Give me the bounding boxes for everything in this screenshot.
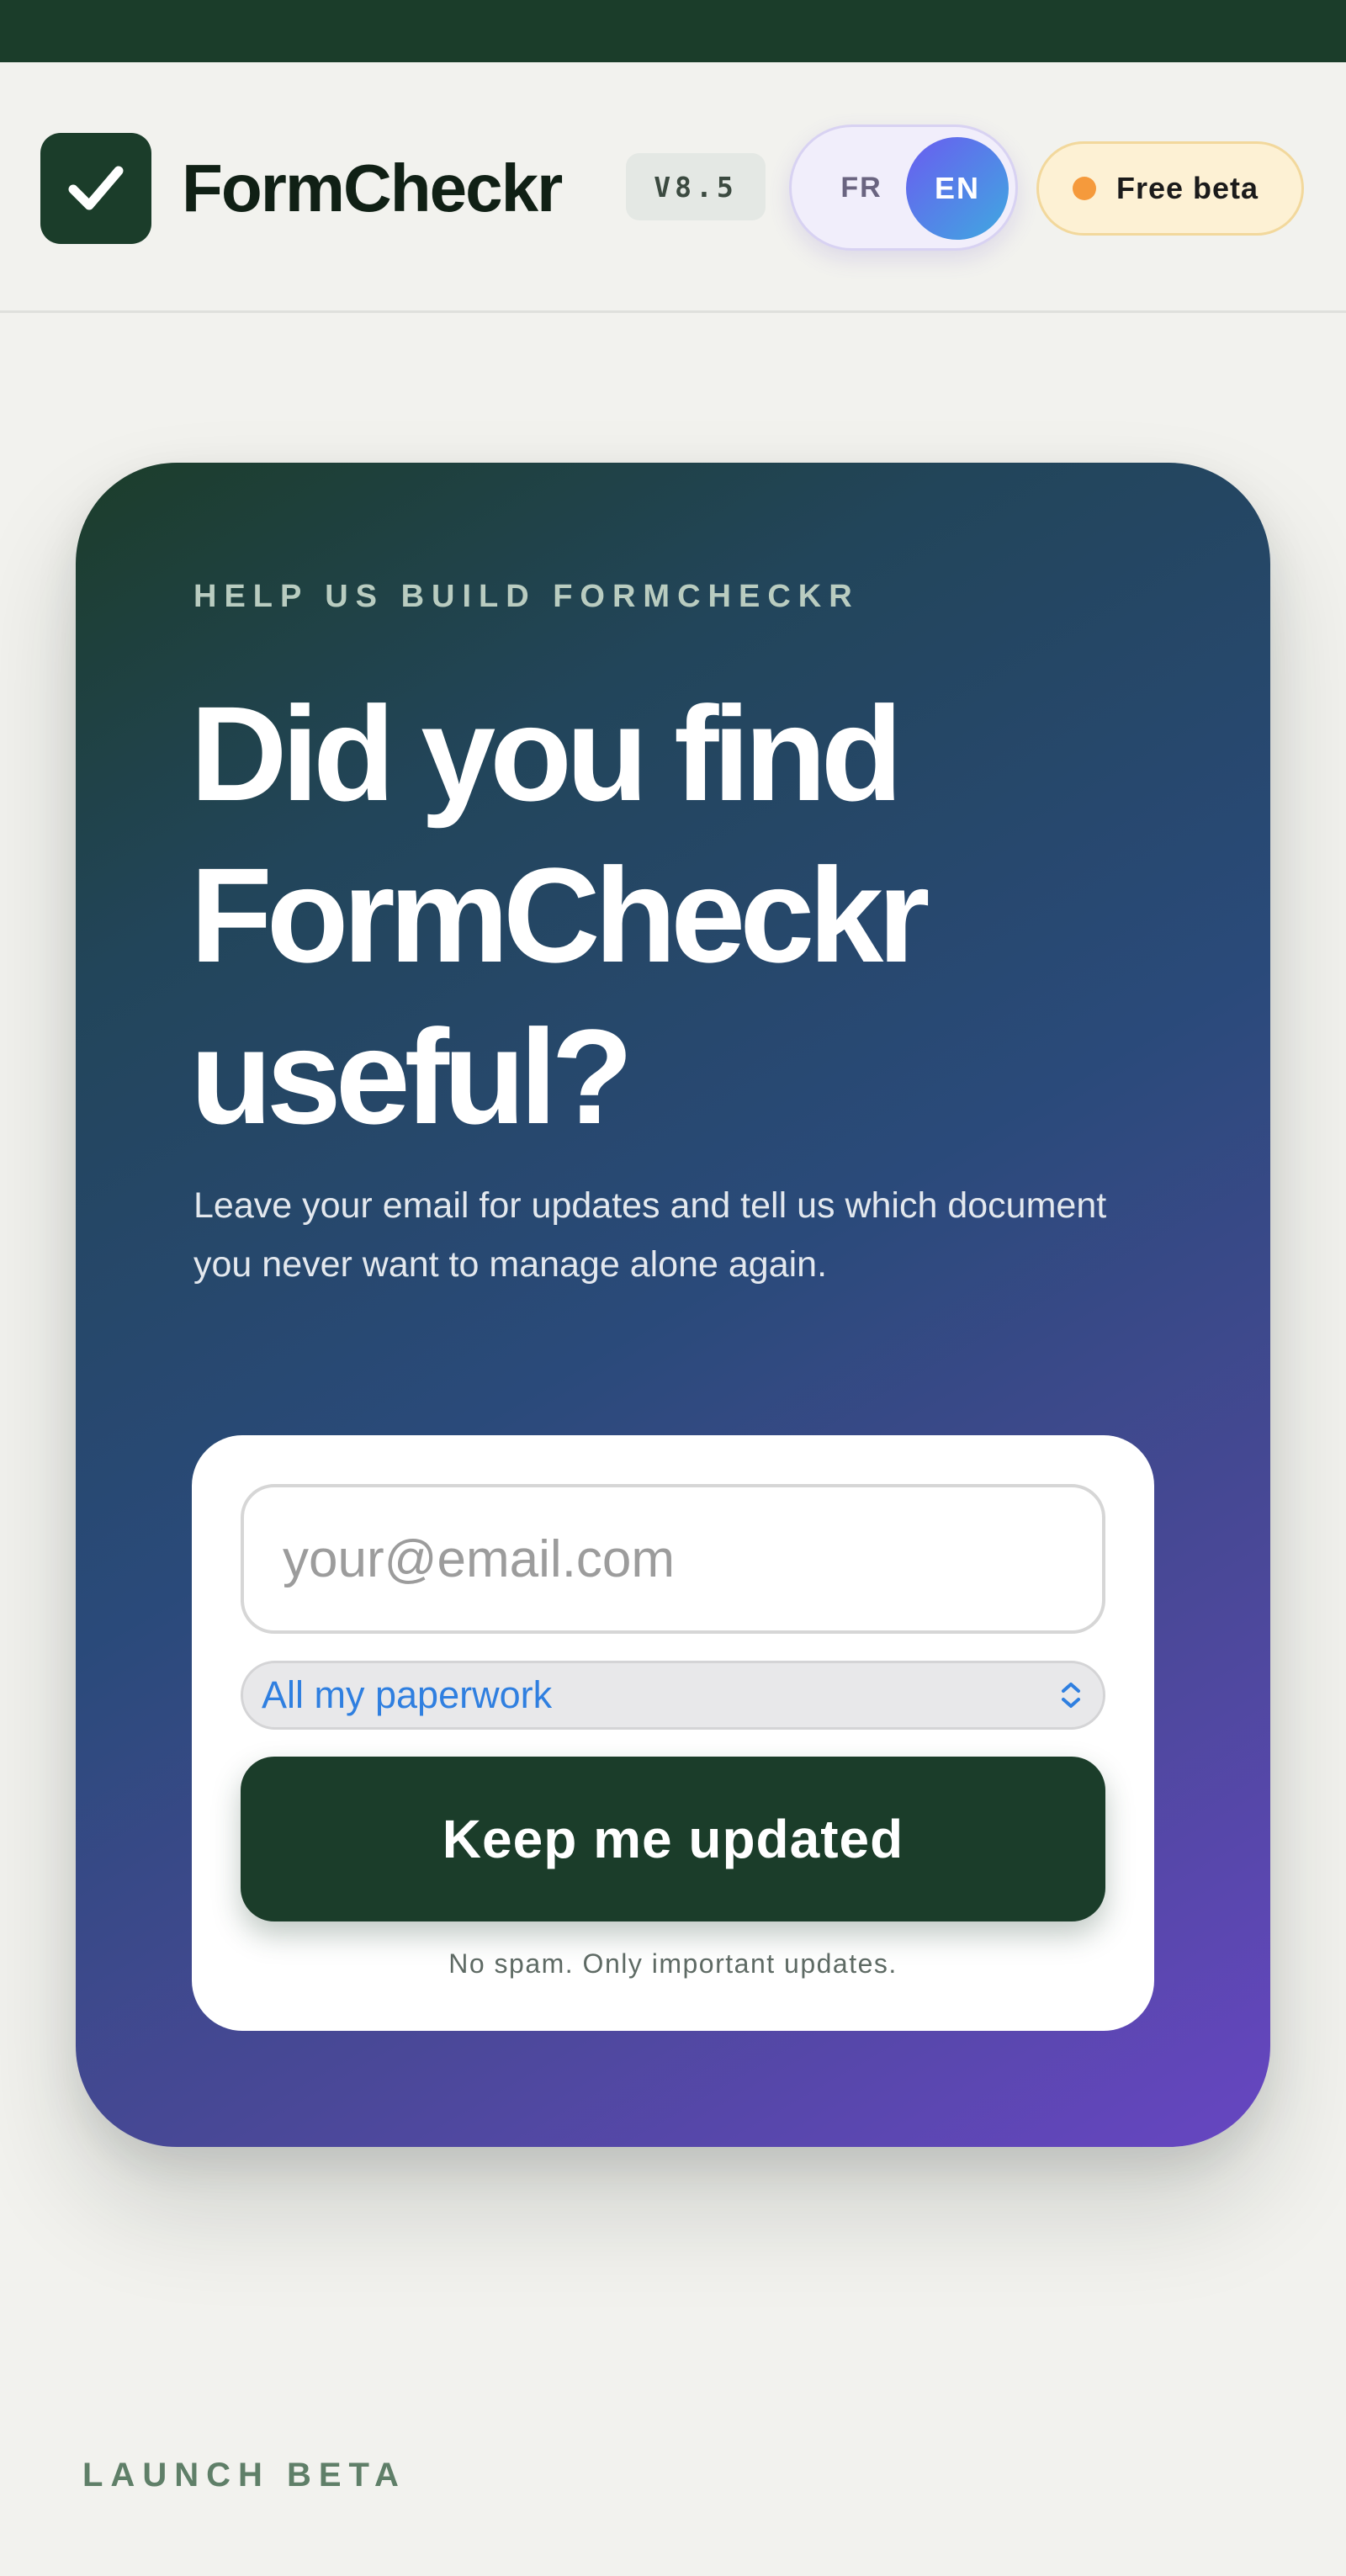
document-type-select[interactable]: All my paperwork — [241, 1661, 1105, 1730]
select-value: All my paperwork — [262, 1673, 553, 1716]
beta-badge: Free beta — [1036, 141, 1304, 236]
language-toggle[interactable]: FR EN — [789, 125, 1018, 251]
signup-form: All my paperwork Keep me updated No spam… — [192, 1435, 1154, 2031]
brand-name: FormCheckr — [182, 151, 563, 225]
language-option-en[interactable]: EN — [906, 137, 1009, 240]
status-dot-icon — [1073, 177, 1096, 200]
checkmark-icon — [68, 166, 124, 210]
version-badge: V8.5 — [626, 153, 766, 220]
footer-label: LAUNCH BETA — [82, 2457, 406, 2494]
feedback-card: HELP US BUILD FORMCHECKR Did you find Fo… — [76, 463, 1270, 2147]
page-title: Did you find FormCheckr useful? — [190, 678, 930, 1152]
top-accent-bar — [0, 0, 1346, 62]
email-field[interactable] — [241, 1484, 1105, 1634]
keep-me-updated-button[interactable]: Keep me updated — [241, 1757, 1105, 1921]
chevron-up-down-icon — [1062, 1683, 1080, 1708]
eyebrow-text: HELP US BUILD FORMCHECKR — [193, 579, 860, 614]
language-option-fr[interactable]: FR — [824, 151, 899, 224]
privacy-note: No spam. Only important updates. — [448, 1948, 898, 1979]
logo[interactable] — [40, 133, 151, 244]
description-text: Leave your email for updates and tell us… — [193, 1185, 1107, 1285]
site-header: FormCheckr V8.5 FR EN Free beta — [0, 62, 1346, 313]
beta-badge-label: Free beta — [1116, 171, 1259, 205]
